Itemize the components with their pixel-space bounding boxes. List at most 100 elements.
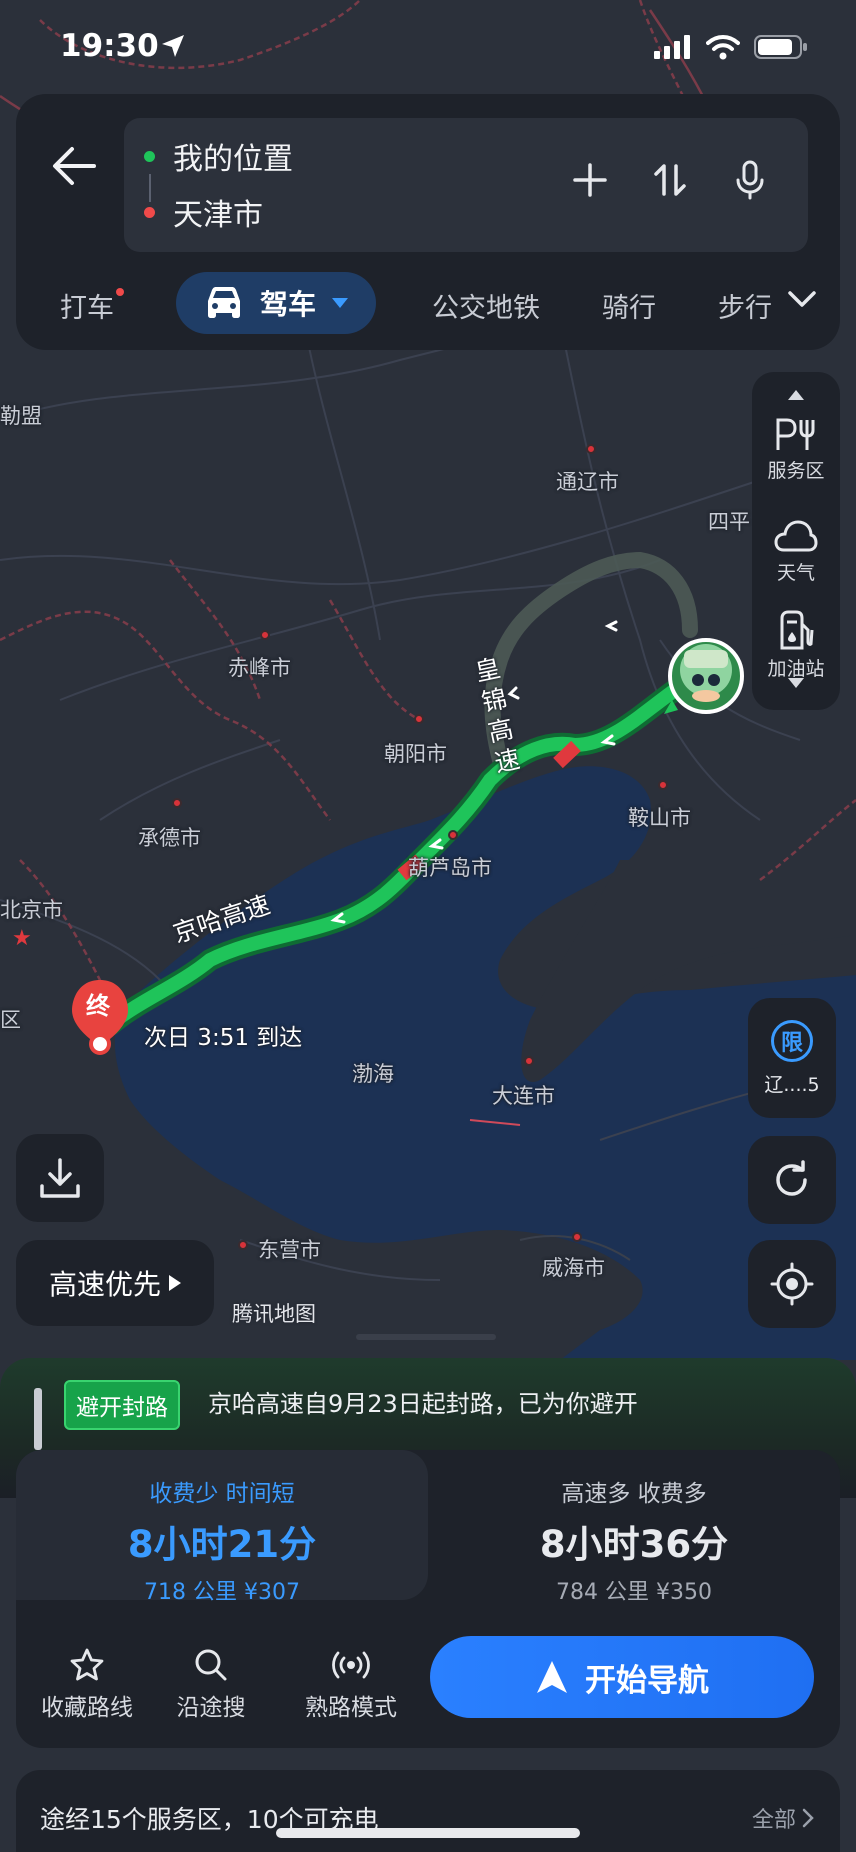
route-preference-button[interactable]: 高速优先 [16, 1240, 214, 1326]
route-option-1[interactable]: 收费少 时间短 8小时21分 718 公里 ¥307 [16, 1450, 428, 1605]
city-dot [238, 1240, 248, 1250]
route-option-duration: 8小时36分 [539, 1523, 729, 1566]
service-area-summary[interactable]: 途经15个服务区，10个可充电 全部 [16, 1770, 840, 1852]
traffic-restriction-button[interactable]: 限 辽....5 [748, 998, 836, 1118]
gas-station-layer[interactable]: 加油站 [752, 610, 840, 681]
broadcast-icon [332, 1651, 370, 1679]
chevron-down-icon[interactable] [788, 290, 816, 312]
capital-star-icon: ★ [12, 926, 32, 951]
notification-dot [116, 288, 124, 296]
swap-route-button[interactable] [648, 158, 692, 202]
map-label: 东营市 [258, 1238, 321, 1262]
route-option-meta: 718 公里 ¥307 [144, 1580, 300, 1605]
notice-text: 京哈高速自9月23日起封路，已为你避开 [208, 1390, 638, 1418]
map-attribution: 腾讯地图 [232, 1302, 316, 1326]
tab-walk[interactable]: 步行 [718, 286, 772, 325]
map-label: 勒盟 [0, 404, 42, 428]
service-area-icon [776, 418, 815, 450]
search-icon [195, 1649, 227, 1681]
notice-flag-pole [34, 1388, 42, 1450]
familiar-mode-label: 熟路模式 [305, 1695, 397, 1721]
swap-icon [654, 164, 686, 196]
city-dot [448, 830, 458, 840]
tab-transit[interactable]: 公交地铁 [432, 286, 540, 325]
map-label: 四平 [708, 510, 750, 534]
route-search-panel: 我的位置 天津市 打车 驾车 公交地铁 骑行 步行 [16, 94, 840, 350]
map-label: 葫芦岛市 [408, 856, 492, 880]
weather-layer[interactable]: 天气 [752, 518, 840, 585]
cellular-signal-icon [654, 35, 692, 63]
gas-pump-icon [780, 610, 814, 650]
route-option-tag: 高速多 收费多 [561, 1481, 707, 1507]
location-arrow-icon [160, 33, 186, 63]
offline-download-button[interactable] [16, 1134, 104, 1222]
restriction-icon: 限 [771, 1019, 813, 1062]
start-navigation-label: 开始导航 [585, 1662, 709, 1699]
status-bar: 19:30 [0, 0, 856, 90]
weather-cloud-icon [774, 520, 818, 552]
home-indicator[interactable] [276, 1828, 580, 1838]
crosshair-icon [770, 1262, 814, 1306]
route-input-box: 我的位置 天津市 [124, 118, 808, 252]
navigation-arrow-icon [537, 1661, 567, 1693]
tab-drive-label: 驾车 [259, 288, 316, 321]
start-navigation-button[interactable]: 开始导航 [430, 1636, 814, 1718]
voice-input-button[interactable] [728, 158, 772, 202]
route-options-card: 收费少 时间短 8小时21分 718 公里 ¥307 高速多 收费多 8小时36… [16, 1450, 840, 1748]
status-time: 19:30 [60, 28, 159, 64]
tab-bike[interactable]: 骑行 [602, 286, 656, 325]
gas-station-label: 加油站 [767, 658, 825, 680]
locate-me-button[interactable] [748, 1240, 836, 1328]
refresh-icon [776, 1160, 807, 1196]
search-along-button[interactable]: 沿途搜 [156, 1648, 266, 1722]
city-dot [260, 630, 270, 640]
map-label: 通辽市 [556, 470, 619, 494]
map-label: 赤峰市 [228, 656, 291, 680]
city-dot [586, 444, 596, 454]
star-icon [70, 1648, 104, 1681]
service-area-label: 服务区 [767, 460, 825, 482]
familiar-mode-button[interactable]: 熟路模式 [296, 1648, 406, 1722]
destination-text: 天津市 [173, 198, 263, 233]
map-label: 承德市 [138, 826, 201, 850]
view-all-link[interactable]: 全部 [752, 1802, 814, 1834]
city-dot [172, 798, 182, 808]
destination-field[interactable]: 天津市 [144, 190, 263, 234]
sheet-grabber[interactable] [356, 1334, 496, 1340]
view-all-label: 全部 [751, 1808, 796, 1833]
route-option-duration: 8小时21分 [127, 1523, 317, 1566]
origin-dot-icon [144, 150, 155, 162]
battery-icon [754, 34, 808, 64]
download-icon [40, 1158, 80, 1198]
route-preference-label: 高速优先 [48, 1268, 161, 1301]
refresh-route-button[interactable] [748, 1136, 836, 1224]
caret-right-icon [169, 1275, 181, 1291]
service-area-layer[interactable]: 服务区 [752, 416, 840, 483]
city-dot [414, 714, 424, 724]
map-label: 大连市 [492, 1084, 555, 1108]
tab-taxi[interactable]: 打车 [60, 286, 114, 325]
chevron-right-icon [802, 1808, 814, 1828]
caret-down-icon [332, 298, 348, 308]
destination-marker-label: 终 [86, 992, 110, 1020]
restriction-label: 辽....5 [764, 1073, 820, 1096]
route-option-tag: 收费少 时间短 [149, 1481, 295, 1507]
scroll-down-icon[interactable] [788, 678, 804, 688]
map-label: 区 [0, 1008, 21, 1032]
back-arrow-icon [53, 147, 96, 185]
map-label: 北京市 [0, 898, 63, 922]
scroll-up-icon[interactable] [788, 390, 804, 400]
back-button[interactable] [38, 130, 110, 202]
map-label: 鞍山市 [628, 806, 691, 830]
wifi-icon [706, 34, 740, 64]
tab-drive[interactable]: 驾车 [176, 272, 376, 334]
favorite-route-button[interactable]: 收藏路线 [32, 1648, 142, 1722]
avoid-closure-badge: 避开封路 [64, 1380, 180, 1430]
microphone-icon [736, 160, 764, 200]
origin-text: 我的位置 [173, 142, 293, 177]
search-along-label: 沿途搜 [176, 1695, 246, 1721]
origin-field[interactable]: 我的位置 [144, 134, 293, 178]
add-waypoint-button[interactable] [568, 158, 612, 202]
route-option-2[interactable]: 高速多 收费多 8小时36分 784 公里 ¥350 [428, 1450, 840, 1605]
map-label: 威海市 [542, 1256, 605, 1280]
